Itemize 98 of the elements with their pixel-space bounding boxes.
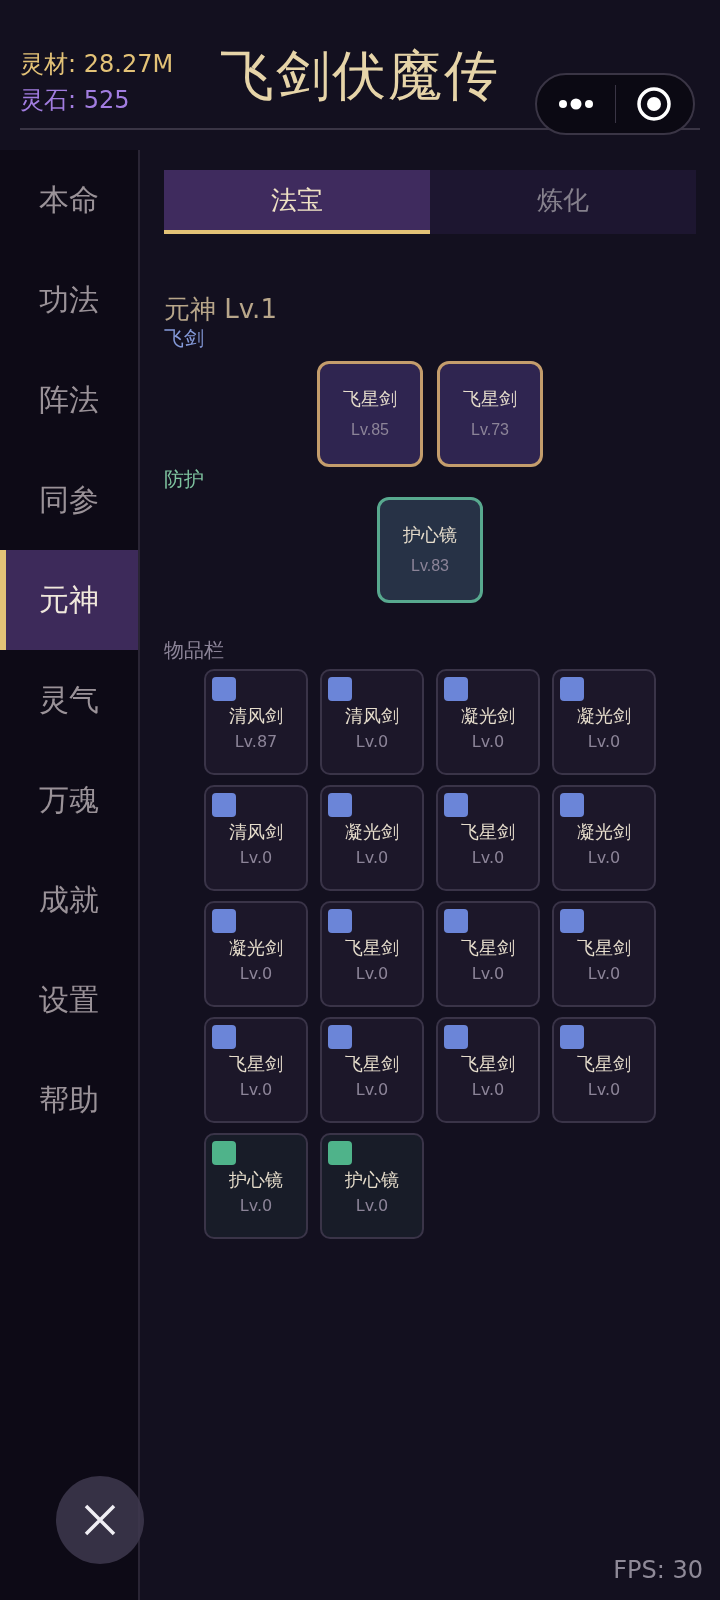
item-level: Lv.0 <box>355 1195 389 1217</box>
item-name: 凝光剑 <box>461 704 515 728</box>
item-square-icon <box>560 909 584 933</box>
item-name: 飞星剑 <box>577 1052 631 1076</box>
game-title: 飞剑伏魔传 <box>220 46 500 106</box>
item-name: 清风剑 <box>229 820 283 844</box>
inventory-item[interactable]: 飞星剑 Lv.0 <box>436 901 540 1007</box>
sidebar-item[interactable]: 设置 <box>0 950 138 1050</box>
slot-category-label: 防护 <box>164 467 204 491</box>
inventory-label: 物品栏 <box>164 638 224 662</box>
item-level: Lv.0 <box>471 963 505 985</box>
item-name: 凝光剑 <box>229 936 283 960</box>
item-level: Lv.0 <box>239 847 273 869</box>
item-level: Lv.0 <box>239 1195 273 1217</box>
item-square-icon <box>328 793 352 817</box>
resource-count: 灵材: 28.27M <box>20 49 174 80</box>
item-square-icon <box>328 677 352 701</box>
item-square-icon <box>560 793 584 817</box>
inventory-item[interactable]: 飞星剑 Lv.0 <box>320 901 424 1007</box>
section-heading: 元神 Lv.1 <box>164 293 277 326</box>
item-name: 飞星剑 <box>229 1052 283 1076</box>
item-square-icon <box>560 677 584 701</box>
item-square-icon <box>444 1025 468 1049</box>
item-name: 护心镜 <box>345 1168 399 1192</box>
item-name: 飞星剑 <box>345 1052 399 1076</box>
inventory-item[interactable]: 飞星剑 Lv.0 <box>552 901 656 1007</box>
item-level: Lv.0 <box>355 731 389 753</box>
item-name: 护心镜 <box>229 1168 283 1192</box>
item-name: 飞星剑 <box>461 936 515 960</box>
target-icon <box>636 86 673 122</box>
item-level: Lv.0 <box>587 963 621 985</box>
item-name: 凝光剑 <box>577 704 631 728</box>
equipped-slot[interactable]: 飞星剑 Lv.73 <box>437 361 543 467</box>
close-icon <box>84 1504 116 1536</box>
tab[interactable]: 法宝 <box>164 170 430 234</box>
item-level: Lv.0 <box>587 731 621 753</box>
inventory-item[interactable]: 飞星剑 Lv.0 <box>320 1017 424 1123</box>
inventory-item[interactable]: 凝光剑 Lv.0 <box>552 669 656 775</box>
item-level: Lv.0 <box>355 963 389 985</box>
sidebar-item[interactable]: 帮助 <box>0 1050 138 1150</box>
sidebar-item[interactable]: 同参 <box>0 450 138 550</box>
sidebar-item[interactable]: 万魂 <box>0 750 138 850</box>
item-square-icon <box>328 1025 352 1049</box>
item-name: 凝光剑 <box>345 820 399 844</box>
equipped-slot[interactable]: 护心镜 Lv.83 <box>377 497 483 603</box>
inventory-item[interactable]: 护心镜 Lv.0 <box>204 1133 308 1239</box>
inventory-item[interactable]: 凝光剑 Lv.0 <box>204 901 308 1007</box>
item-square-icon <box>444 677 468 701</box>
sidebar-item[interactable]: 本命 <box>0 150 138 250</box>
equipped-slot[interactable]: 飞星剑 Lv.85 <box>317 361 423 467</box>
item-square-icon <box>212 909 236 933</box>
inventory-item[interactable]: 清风剑 Lv.87 <box>204 669 308 775</box>
inventory-item[interactable]: 凝光剑 Lv.0 <box>436 669 540 775</box>
item-name: 飞星剑 <box>345 936 399 960</box>
item-square-icon <box>444 909 468 933</box>
inventory-item[interactable]: 飞星剑 Lv.0 <box>436 785 540 891</box>
item-level: Lv.0 <box>355 847 389 869</box>
inventory-item[interactable]: 护心镜 Lv.0 <box>320 1133 424 1239</box>
item-level: Lv.0 <box>471 1079 505 1101</box>
fps-counter: FPS: 30 <box>613 1556 703 1584</box>
item-level: Lv.0 <box>471 847 505 869</box>
item-name: 清风剑 <box>229 704 283 728</box>
inventory-item[interactable]: 清风剑 Lv.0 <box>204 785 308 891</box>
sidebar-item[interactable]: 元神 <box>0 550 138 650</box>
item-name: 清风剑 <box>345 704 399 728</box>
inventory-item[interactable]: 凝光剑 Lv.0 <box>552 785 656 891</box>
item-square-icon <box>212 1141 236 1165</box>
inventory-item[interactable]: 飞星剑 Lv.0 <box>552 1017 656 1123</box>
item-square-icon <box>560 1025 584 1049</box>
item-square-icon <box>212 1025 236 1049</box>
item-square-icon <box>328 909 352 933</box>
item-square-icon <box>444 793 468 817</box>
item-level: Lv.87 <box>234 731 278 753</box>
item-square-icon <box>328 1141 352 1165</box>
item-square-icon <box>212 677 236 701</box>
item-level: Lv.0 <box>239 963 273 985</box>
sidebar-item[interactable]: 成就 <box>0 850 138 950</box>
tab[interactable]: 炼化 <box>430 170 696 234</box>
slot-category-label: 飞剑 <box>164 326 204 350</box>
item-level: Lv.0 <box>587 847 621 869</box>
item-level: Lv.0 <box>355 1079 389 1101</box>
item-name: 飞星剑 <box>461 820 515 844</box>
sidebar-item[interactable]: 阵法 <box>0 350 138 450</box>
item-level: Lv.0 <box>587 1079 621 1101</box>
resource-count: 灵石: 525 <box>20 85 130 116</box>
more-icon <box>557 98 594 110</box>
item-name: 凝光剑 <box>577 820 631 844</box>
item-name: 飞星剑 <box>577 936 631 960</box>
inventory-item[interactable]: 飞星剑 Lv.0 <box>204 1017 308 1123</box>
item-name: 飞星剑 <box>461 1052 515 1076</box>
inventory-item[interactable]: 飞星剑 Lv.0 <box>436 1017 540 1123</box>
inventory-item[interactable]: 凝光剑 Lv.0 <box>320 785 424 891</box>
sidebar-item[interactable]: 灵气 <box>0 650 138 750</box>
sidebar-item[interactable]: 功法 <box>0 250 138 350</box>
inventory-item[interactable]: 清风剑 Lv.0 <box>320 669 424 775</box>
item-level: Lv.0 <box>239 1079 273 1101</box>
item-square-icon <box>212 793 236 817</box>
item-level: Lv.0 <box>471 731 505 753</box>
